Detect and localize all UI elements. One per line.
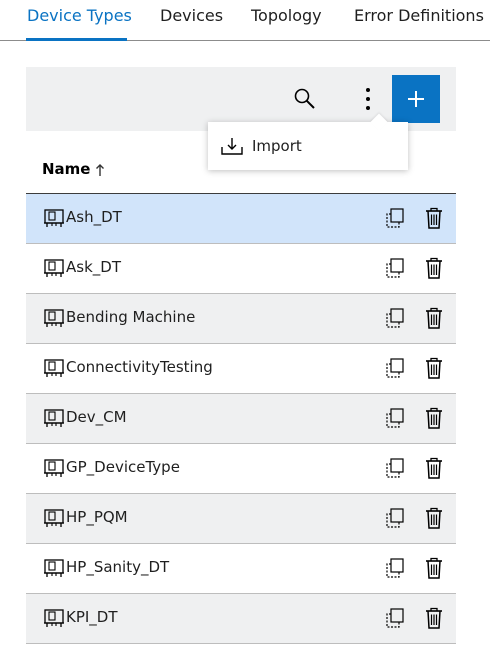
tab-topology[interactable]: Topology: [251, 6, 322, 36]
sort-ascending-icon[interactable]: [95, 162, 105, 176]
more-menu: Import: [208, 113, 408, 170]
trash-icon[interactable]: [424, 606, 444, 630]
trash-icon[interactable]: [424, 556, 444, 580]
trash-icon[interactable]: [424, 306, 444, 330]
device-type-icon: [43, 508, 65, 528]
menu-item-import[interactable]: Import: [208, 122, 408, 170]
tab-bar: Device Types Devices Topology Error Defi…: [0, 0, 490, 41]
table-row[interactable]: Bending Machine: [26, 294, 456, 344]
device-type-name: HP_Sanity_DT: [66, 558, 170, 576]
duplicate-icon[interactable]: [385, 307, 405, 329]
device-type-icon: [43, 408, 65, 428]
table-row[interactable]: HP_PQM: [26, 494, 456, 544]
trash-icon[interactable]: [424, 456, 444, 480]
table-row[interactable]: Dev_CM: [26, 394, 456, 444]
device-type-name: HP_PQM: [66, 508, 128, 526]
device-type-icon: [43, 558, 65, 578]
device-type-icon: [43, 458, 65, 478]
tab-devices[interactable]: Devices: [160, 6, 223, 36]
table-row[interactable]: GP_DeviceType: [26, 444, 456, 494]
menu-item-label: Import: [252, 137, 302, 155]
device-type-name: Bending Machine: [66, 308, 196, 326]
tab-error-definitions[interactable]: Error Definitions: [354, 6, 484, 36]
search-icon[interactable]: [291, 85, 319, 113]
device-type-icon: [43, 608, 65, 628]
more-vertical-icon[interactable]: [358, 85, 378, 113]
table-row[interactable]: ConnectivityTesting: [26, 344, 456, 394]
trash-icon[interactable]: [424, 356, 444, 380]
duplicate-icon[interactable]: [385, 207, 405, 229]
duplicate-icon[interactable]: [385, 257, 405, 279]
device-type-name: KPI_DT: [66, 608, 118, 626]
duplicate-icon[interactable]: [385, 557, 405, 579]
trash-icon[interactable]: [424, 406, 444, 430]
table-row[interactable]: Ash_DT: [26, 194, 456, 244]
device-type-name: GP_DeviceType: [66, 458, 180, 476]
duplicate-icon[interactable]: [385, 407, 405, 429]
device-type-icon: [43, 308, 65, 328]
device-type-icon: [43, 208, 65, 228]
table-row[interactable]: KPI_DT: [26, 594, 456, 644]
device-type-name: Dev_CM: [66, 408, 127, 426]
device-management-view: Device Types Devices Topology Error Defi…: [0, 0, 490, 654]
trash-icon[interactable]: [424, 256, 444, 280]
trash-icon[interactable]: [424, 206, 444, 230]
device-type-name: Ask_DT: [66, 258, 121, 276]
device-type-icon: [43, 358, 65, 378]
device-type-name: ConnectivityTesting: [66, 358, 213, 376]
device-type-icon: [43, 258, 65, 278]
duplicate-icon[interactable]: [385, 507, 405, 529]
table-row[interactable]: HP_Sanity_DT: [26, 544, 456, 594]
add-button[interactable]: [392, 75, 440, 123]
device-type-list: Ash_DT Ask_DT Bending Machine ConnectivityT…: [26, 194, 456, 644]
import-icon: [220, 136, 244, 156]
trash-icon[interactable]: [424, 506, 444, 530]
duplicate-icon[interactable]: [385, 607, 405, 629]
device-type-name: Ash_DT: [66, 208, 122, 226]
duplicate-icon[interactable]: [385, 457, 405, 479]
table-row[interactable]: Ask_DT: [26, 244, 456, 294]
active-tab-indicator: [26, 38, 127, 41]
column-header-name[interactable]: Name: [42, 160, 90, 178]
duplicate-icon[interactable]: [385, 357, 405, 379]
tab-device-types[interactable]: Device Types: [27, 6, 132, 36]
